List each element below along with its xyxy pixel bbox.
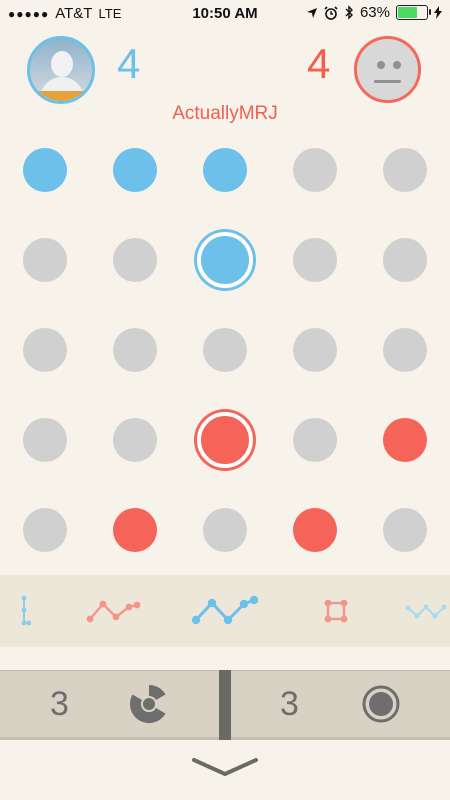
board-dot-gray[interactable] <box>113 238 157 282</box>
board-dot-gray[interactable] <box>383 508 427 552</box>
board-dot-blue[interactable] <box>23 148 67 192</box>
powerup-count-radiation: 3 <box>50 685 69 723</box>
player-score: 4 <box>117 40 141 87</box>
vertical-line-icon <box>10 575 38 647</box>
powerup-count-target: 3 <box>280 685 299 723</box>
game-board <box>0 125 450 575</box>
square-red-icon <box>320 575 352 647</box>
opponent-avatar[interactable] <box>354 36 421 103</box>
board-dot-gray[interactable] <box>23 238 67 282</box>
board-dot-gray[interactable] <box>23 508 67 552</box>
alarm-clock-icon <box>324 5 338 20</box>
board-dot-gray[interactable] <box>113 418 157 462</box>
board-dot-red-selected[interactable] <box>197 412 253 468</box>
target-circle-icon[interactable] <box>361 684 401 729</box>
zigzag-red-icon <box>82 575 144 647</box>
board-dot-blue[interactable] <box>203 148 247 192</box>
board-dot-gray[interactable] <box>23 418 67 462</box>
zigzag-blue-faded-icon <box>404 575 448 647</box>
opponent-score: 4 <box>307 40 331 87</box>
board-dot-gray[interactable] <box>293 418 337 462</box>
battery-percent: 63% <box>359 4 390 21</box>
battery-icon <box>396 5 431 20</box>
bluetooth-icon <box>345 5 353 20</box>
board-dot-blue[interactable] <box>113 148 157 192</box>
board-dot-red[interactable] <box>293 508 337 552</box>
player-avatar[interactable] <box>27 36 95 104</box>
opponent-name: ActuallyMRJ <box>172 103 278 124</box>
board-dot-red[interactable] <box>383 418 427 462</box>
radiation-icon[interactable] <box>126 681 172 732</box>
board-dot-gray[interactable] <box>203 328 247 372</box>
board-dot-gray[interactable] <box>293 148 337 192</box>
powerup-bar: 3 3 <box>0 670 450 740</box>
powerup-divider <box>219 670 231 740</box>
board-dot-blue-selected[interactable] <box>197 232 253 288</box>
charging-bolt-icon <box>434 6 442 19</box>
chevron-down-icon[interactable] <box>190 756 260 783</box>
location-arrow-icon <box>306 7 317 18</box>
move-history-bar <box>0 575 450 647</box>
board-dot-gray[interactable] <box>293 238 337 282</box>
board-dot-gray[interactable] <box>113 328 157 372</box>
board-dot-gray[interactable] <box>383 148 427 192</box>
board-dot-gray[interactable] <box>203 508 247 552</box>
board-dot-gray[interactable] <box>383 328 427 372</box>
board-dot-gray[interactable] <box>23 328 67 372</box>
board-dot-gray[interactable] <box>293 328 337 372</box>
board-dot-red[interactable] <box>113 508 157 552</box>
status-bar: ●●●●● AT&T LTE 10:50 AM 63% <box>0 0 450 28</box>
zigzag-blue-icon <box>188 575 260 647</box>
board-dot-gray[interactable] <box>383 238 427 282</box>
